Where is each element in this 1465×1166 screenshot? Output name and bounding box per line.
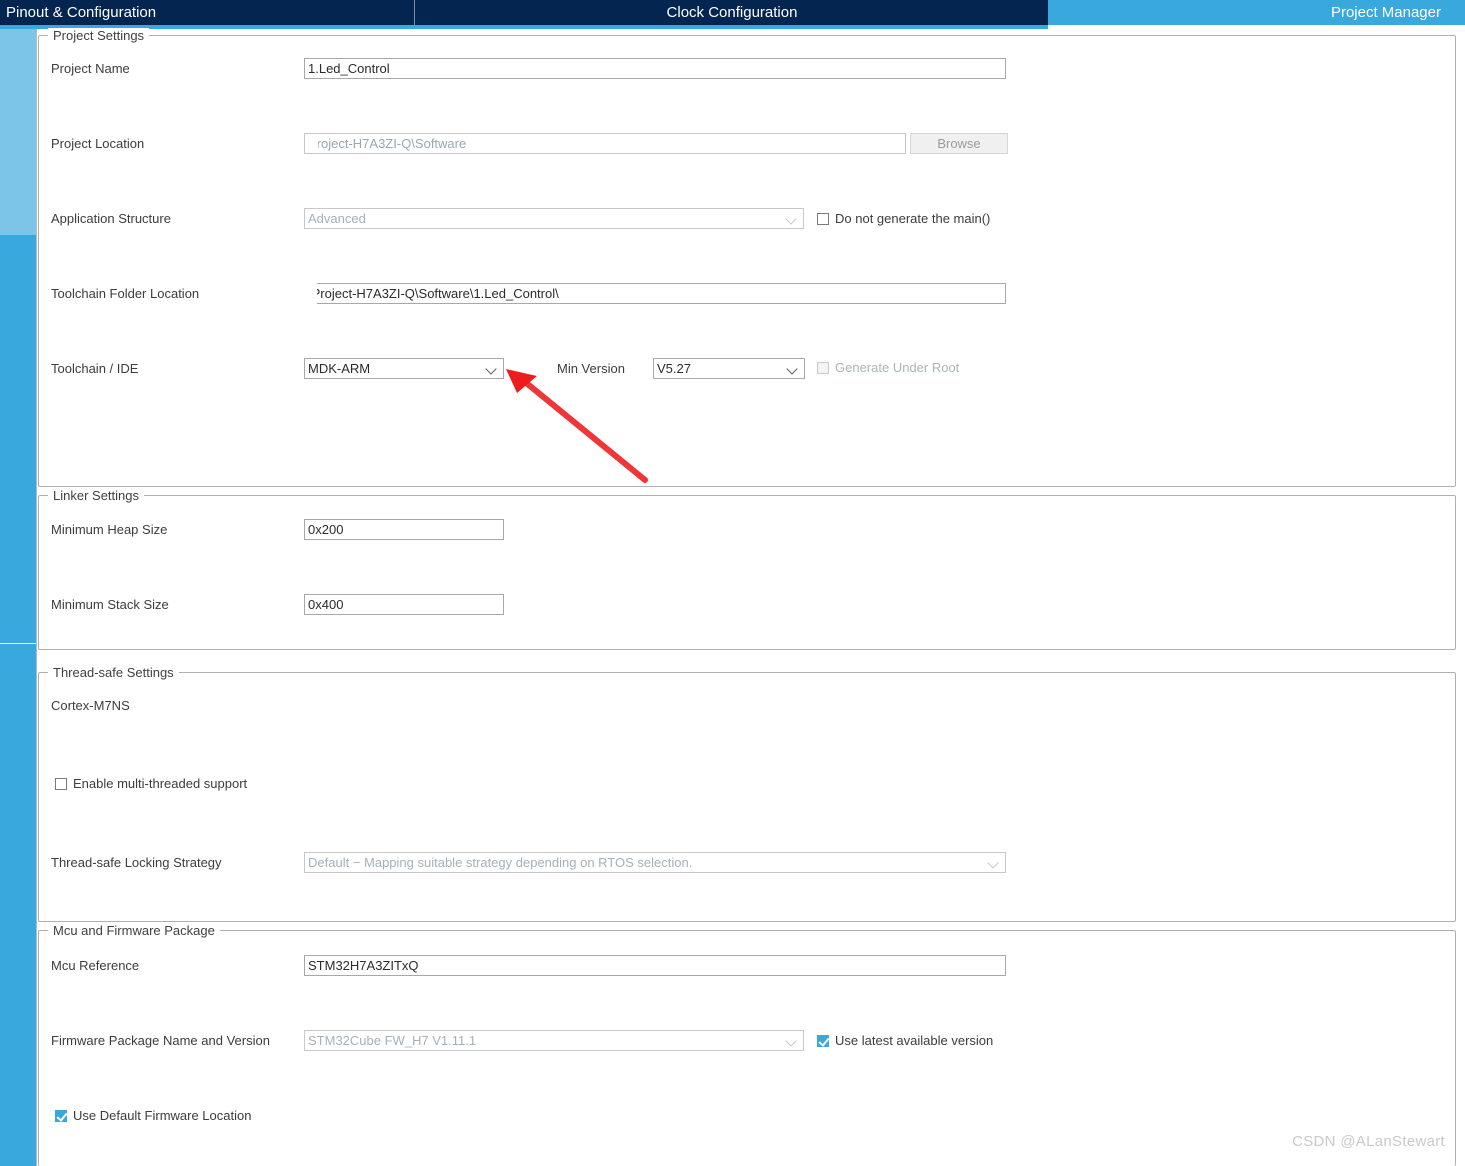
group-title-thread-safe-settings: Thread-safe Settings (48, 665, 179, 680)
chevron-down-icon (486, 359, 498, 378)
label-cortex-core: Cortex-M7NS (51, 698, 130, 713)
sidebar-divider (0, 643, 36, 644)
main-tab-bar: Pinout & Configuration Clock Configurati… (0, 0, 1465, 25)
do-not-generate-main-checkbox[interactable]: Do not generate the main() (817, 211, 990, 227)
min-version-combobox[interactable]: V5.27 (653, 358, 805, 379)
label-thread-safe-locking-strategy: Thread-safe Locking Strategy (51, 855, 222, 870)
tab-clock-configuration[interactable]: Clock Configuration (416, 0, 1048, 25)
use-latest-available-version-checkbox[interactable]: Use latest available version (817, 1033, 993, 1049)
application-structure-value: Advanced (308, 211, 366, 226)
label-minimum-stack-size: Minimum Stack Size (51, 597, 169, 612)
mcu-reference-input[interactable]: STM32H7A3ZITxQ (304, 955, 1006, 976)
project-name-input[interactable]: 1.Led_Control (304, 58, 1006, 79)
enable-multi-threaded-support-label: Enable multi-threaded support (73, 776, 248, 791)
min-version-value: V5.27 (657, 361, 691, 376)
checkbox-box-icon (817, 213, 829, 225)
label-minimum-heap-size: Minimum Heap Size (51, 522, 168, 537)
label-toolchain-folder-location: Toolchain Folder Location (51, 286, 200, 301)
checkbox-box-icon (817, 1035, 829, 1047)
checkbox-box-icon (55, 1110, 67, 1122)
chevron-down-icon (988, 853, 1000, 872)
group-thread-safe-settings: Thread-safe Settings (38, 665, 1456, 922)
thread-safe-locking-strategy-combobox[interactable]: Default − Mapping suitable strategy depe… (304, 852, 1006, 873)
enable-multi-threaded-support-checkbox[interactable]: Enable multi-threaded support (55, 776, 247, 792)
use-default-firmware-location-label: Use Default Firmware Location (73, 1108, 252, 1123)
group-title-linker-settings: Linker Settings (48, 488, 144, 503)
toolchain-ide-combobox[interactable]: MDK-ARM (304, 358, 504, 379)
project-location-input[interactable]: Project-H7A3ZI-Q\Software (304, 133, 906, 154)
use-default-firmware-location-checkbox[interactable]: Use Default Firmware Location (55, 1108, 251, 1124)
sidebar-section-project-settings[interactable] (0, 29, 36, 235)
toolchain-ide-value: MDK-ARM (308, 361, 371, 376)
firmware-package-combobox[interactable]: STM32Cube FW_H7 V1.11.1 (304, 1030, 804, 1051)
minimum-stack-size-input[interactable]: 0x400 (304, 594, 504, 615)
label-toolchain-ide: Toolchain / IDE (51, 361, 139, 376)
chevron-down-icon (786, 1031, 798, 1050)
group-linker-settings: Linker Settings (38, 488, 1456, 650)
generate-under-root-label: Generate Under Root (835, 360, 960, 375)
label-project-location: Project Location (51, 136, 145, 151)
minimum-heap-size-input[interactable]: 0x200 (304, 519, 504, 540)
group-title-mcu-and-firmware-package: Mcu and Firmware Package (48, 923, 220, 938)
toolchain-folder-location-input[interactable]: \Project-H7A3ZI-Q\Software\1.Led_Control… (304, 283, 1006, 304)
checkbox-box-icon (817, 362, 829, 374)
tab-pinout-configuration[interactable]: Pinout & Configuration (0, 0, 415, 25)
chevron-down-icon (787, 359, 799, 378)
left-sidebar (0, 29, 36, 1166)
do-not-generate-main-label: Do not generate the main() (835, 211, 991, 226)
checkbox-box-icon (55, 778, 67, 790)
firmware-package-value: STM32Cube FW_H7 V1.11.1 (308, 1033, 477, 1048)
sidebar-section-code-generator[interactable] (0, 235, 36, 643)
application-structure-combobox[interactable]: Advanced (304, 208, 804, 229)
toolchain-folder-redaction (300, 280, 317, 306)
label-project-name: Project Name (51, 61, 130, 76)
sidebar-section-advanced-settings[interactable] (0, 644, 36, 1166)
watermark-text: CSDN @ALanStewart (1292, 1133, 1445, 1150)
group-project-settings: Project Settings (38, 28, 1456, 487)
browse-button[interactable]: Browse (910, 133, 1008, 154)
use-latest-available-version-label: Use latest available version (835, 1033, 994, 1048)
chevron-down-icon (786, 209, 798, 228)
label-mcu-reference: Mcu Reference (51, 958, 140, 973)
tab-bar-underline (0, 25, 1048, 29)
label-application-structure: Application Structure (51, 211, 171, 226)
generate-under-root-checkbox: Generate Under Root (817, 360, 959, 376)
label-min-version: Min Version (557, 361, 625, 376)
project-location-redaction (305, 134, 318, 153)
sidebar-right-rule (36, 29, 37, 1166)
thread-safe-locking-strategy-value: Default − Mapping suitable strategy depe… (308, 855, 693, 870)
label-firmware-package-name-and-version: Firmware Package Name and Version (51, 1033, 270, 1048)
group-title-project-settings: Project Settings (48, 28, 150, 43)
tab-project-manager[interactable]: Project Manager (1048, 0, 1465, 25)
